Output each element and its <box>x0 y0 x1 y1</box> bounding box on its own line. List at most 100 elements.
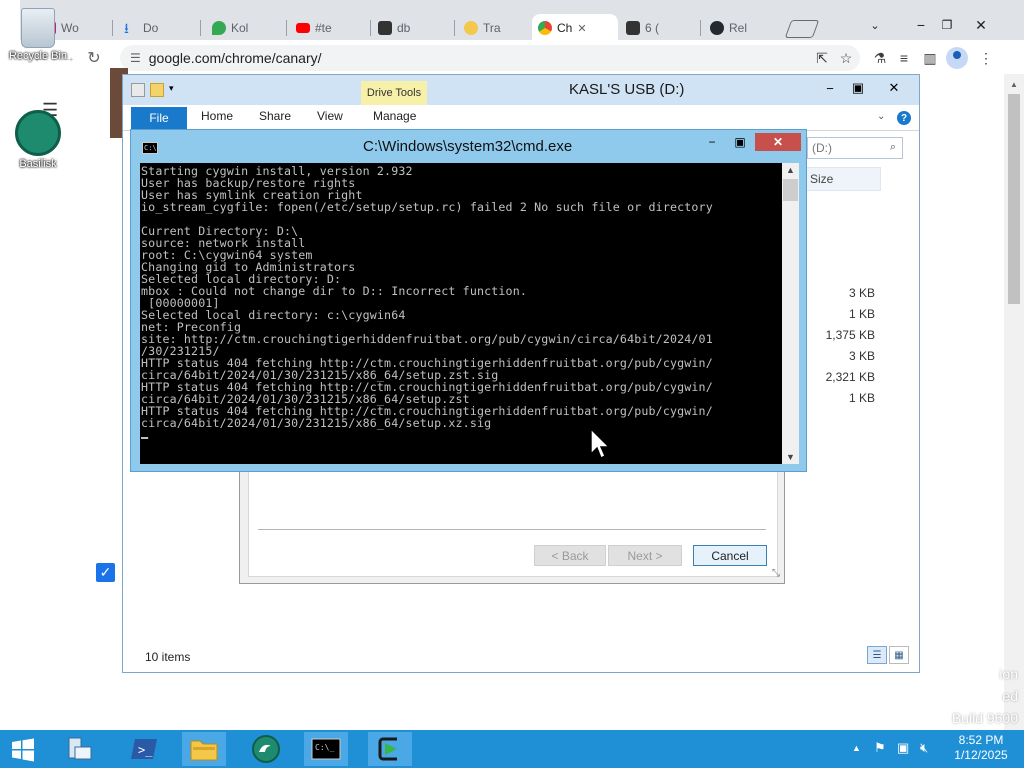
close-tab-icon[interactable]: ✕ <box>577 22 586 35</box>
resize-grip-icon[interactable]: ⤡ <box>772 568 780 579</box>
taskbar-cygwin-setup[interactable] <box>368 732 412 766</box>
basilisk-shortcut[interactable]: Basilisk <box>6 110 70 170</box>
checked-checkbox[interactable]: ✓ <box>96 563 115 582</box>
console-line: circa/64bit/2024/01/30/231215/x86_64/set… <box>141 416 492 430</box>
github-icon <box>710 21 724 35</box>
tab-strip: Wo ⭳ Do Kol #te db Tra Ch ✕ 6 (Rel ⌄ − … <box>20 0 1024 42</box>
site-info-icon[interactable]: ☰ <box>130 51 141 65</box>
cmd-icon: C:\_ <box>311 738 341 760</box>
volume-muted-icon[interactable]: 🔇︎ <box>920 740 928 756</box>
taskbar-powershell[interactable]: >_ <box>122 732 166 766</box>
watermark-line: Build 9600 <box>951 710 1018 726</box>
scrollbar-thumb[interactable] <box>1008 94 1020 304</box>
taskbar-cmd[interactable]: C:\_ <box>304 732 348 766</box>
share-icon[interactable]: ⇱ <box>812 48 832 68</box>
tab-chrome-canary[interactable]: Ch ✕ <box>532 14 618 42</box>
column-header-size[interactable]: Size <box>805 167 881 191</box>
cmd-scrollbar[interactable]: ▲ ▼ <box>782 163 799 464</box>
address-bar[interactable]: ☰ google.com/chrome/canary/ <box>120 45 860 71</box>
windows-start-icon[interactable] <box>6 736 40 764</box>
tab-label: Rel <box>729 21 748 35</box>
cmd-minimize-button[interactable]: − <box>699 133 725 151</box>
qat-dropdown-icon[interactable]: ▾ <box>169 83 179 97</box>
explorer-search-input[interactable]: (D:) ⌕ <box>807 137 903 159</box>
scroll-up-icon[interactable]: ▲ <box>1010 80 1018 89</box>
tab-releases[interactable]: Rel <box>704 14 753 42</box>
scroll-up-icon[interactable]: ▲ <box>786 165 795 175</box>
properties-icon[interactable] <box>131 83 145 97</box>
item-count-status: 10 items <box>145 650 191 664</box>
reload-icon[interactable]: ↻ <box>84 48 104 68</box>
cmd-titlebar[interactable]: C:\ C:\Windows\system32\cmd.exe − ▣ ✕ <box>131 130 806 162</box>
explorer-maximize-button[interactable]: ▣ <box>845 79 871 97</box>
ribbon-tab-home[interactable]: Home <box>201 109 233 123</box>
tab-db[interactable]: db <box>372 14 416 42</box>
ribbon-tab-view[interactable]: View <box>317 109 343 123</box>
taskbar-basilisk[interactable] <box>244 732 288 766</box>
lab-flask-icon[interactable]: ⚗ <box>870 48 890 68</box>
large-icons-view-icon[interactable]: ▦ <box>889 646 909 664</box>
ribbon-tab-share[interactable]: Share <box>259 109 291 123</box>
quick-access-toolbar: ▾ <box>131 83 179 97</box>
tab-label: Tra <box>483 21 501 35</box>
tab-label: #te <box>315 21 332 35</box>
tab-6[interactable]: 6 ( <box>620 14 665 42</box>
system-clock[interactable]: 8:52 PM 1/12/2025 <box>946 733 1016 763</box>
url-text: google.com/chrome/canary/ <box>148 50 322 66</box>
ribbon-tabs: File Home Share View Manage ⌄ ? <box>123 105 919 131</box>
recycle-bin-shortcut[interactable]: Recycle Bin <box>6 8 70 62</box>
bookmark-star-icon[interactable]: ☆ <box>836 48 856 68</box>
download-icon: ⭳ <box>124 20 129 36</box>
page-scrollbar[interactable]: ▲ <box>1004 74 1024 730</box>
tab-downloads[interactable]: ⭳ Do <box>118 14 164 42</box>
dark-site-icon <box>626 21 640 35</box>
side-panel-icon[interactable]: ▥ <box>920 48 940 68</box>
next-button[interactable]: Next > <box>608 545 682 566</box>
console-output[interactable]: Starting cygwin install, version 2.932 U… <box>140 163 782 464</box>
server-manager-icon <box>68 737 92 760</box>
tab-search-icon[interactable]: ⌄ <box>862 14 888 36</box>
maps-pin-icon <box>212 21 226 35</box>
profile-avatar[interactable] <box>946 47 968 69</box>
scroll-down-icon[interactable]: ▼ <box>786 452 795 462</box>
back-button[interactable]: < Back <box>534 545 606 566</box>
reading-list-icon[interactable]: ≡ <box>894 48 914 68</box>
new-tab-button[interactable] <box>784 20 820 38</box>
ribbon-tab-file[interactable]: File <box>131 107 187 129</box>
minimize-button[interactable]: − <box>908 14 934 36</box>
show-hidden-icons[interactable]: ▲ <box>852 743 861 753</box>
youtube-icon <box>296 23 310 33</box>
network-icon[interactable]: ▣ <box>897 740 909 756</box>
action-center-flag-icon[interactable]: ⚑ <box>874 740 886 756</box>
menu-dots-icon[interactable]: ⋮ <box>976 48 996 68</box>
dark-site-icon <box>378 21 392 35</box>
help-icon[interactable]: ? <box>897 111 911 125</box>
setup-divider <box>258 529 766 530</box>
recycle-bin-icon <box>21 8 55 48</box>
ribbon-tab-manage[interactable]: Manage <box>373 109 416 123</box>
new-folder-icon[interactable] <box>150 83 164 97</box>
explorer-minimize-button[interactable]: − <box>817 79 843 97</box>
chrome-icon <box>538 21 552 35</box>
cmd-scrollbar-thumb[interactable] <box>783 179 798 201</box>
svg-text:C:\_: C:\_ <box>315 743 334 752</box>
details-view-icon[interactable]: ☰ <box>867 646 887 664</box>
clock-date: 1/12/2025 <box>954 748 1008 762</box>
cmd-close-button[interactable]: ✕ <box>755 133 801 151</box>
explorer-title: KASL'S USB (D:) <box>569 81 685 98</box>
cancel-button[interactable]: Cancel <box>693 545 767 566</box>
tab-maps[interactable]: Kol <box>206 14 254 42</box>
close-button[interactable]: ✕ <box>968 14 994 36</box>
console-text: Starting cygwin install, version 2.932 U… <box>140 163 782 441</box>
expand-ribbon-icon[interactable]: ⌄ <box>877 111 885 122</box>
tab-youtube[interactable]: #te <box>290 14 338 42</box>
explorer-titlebar[interactable]: ▾ Drive Tools KASL'S USB (D:) − ▣ ✕ <box>123 75 919 105</box>
restore-button[interactable]: ❐ <box>934 14 960 36</box>
tab-tra[interactable]: Tra <box>458 14 507 42</box>
taskbar-server-manager[interactable] <box>58 732 102 766</box>
cmd-window: C:\ C:\Windows\system32\cmd.exe − ▣ ✕ St… <box>130 129 807 472</box>
taskbar-file-explorer[interactable] <box>182 732 226 766</box>
cmd-maximize-button[interactable]: ▣ <box>727 133 753 151</box>
cmd-icon: C:\ <box>142 142 158 154</box>
explorer-close-button[interactable]: ✕ <box>879 79 909 97</box>
